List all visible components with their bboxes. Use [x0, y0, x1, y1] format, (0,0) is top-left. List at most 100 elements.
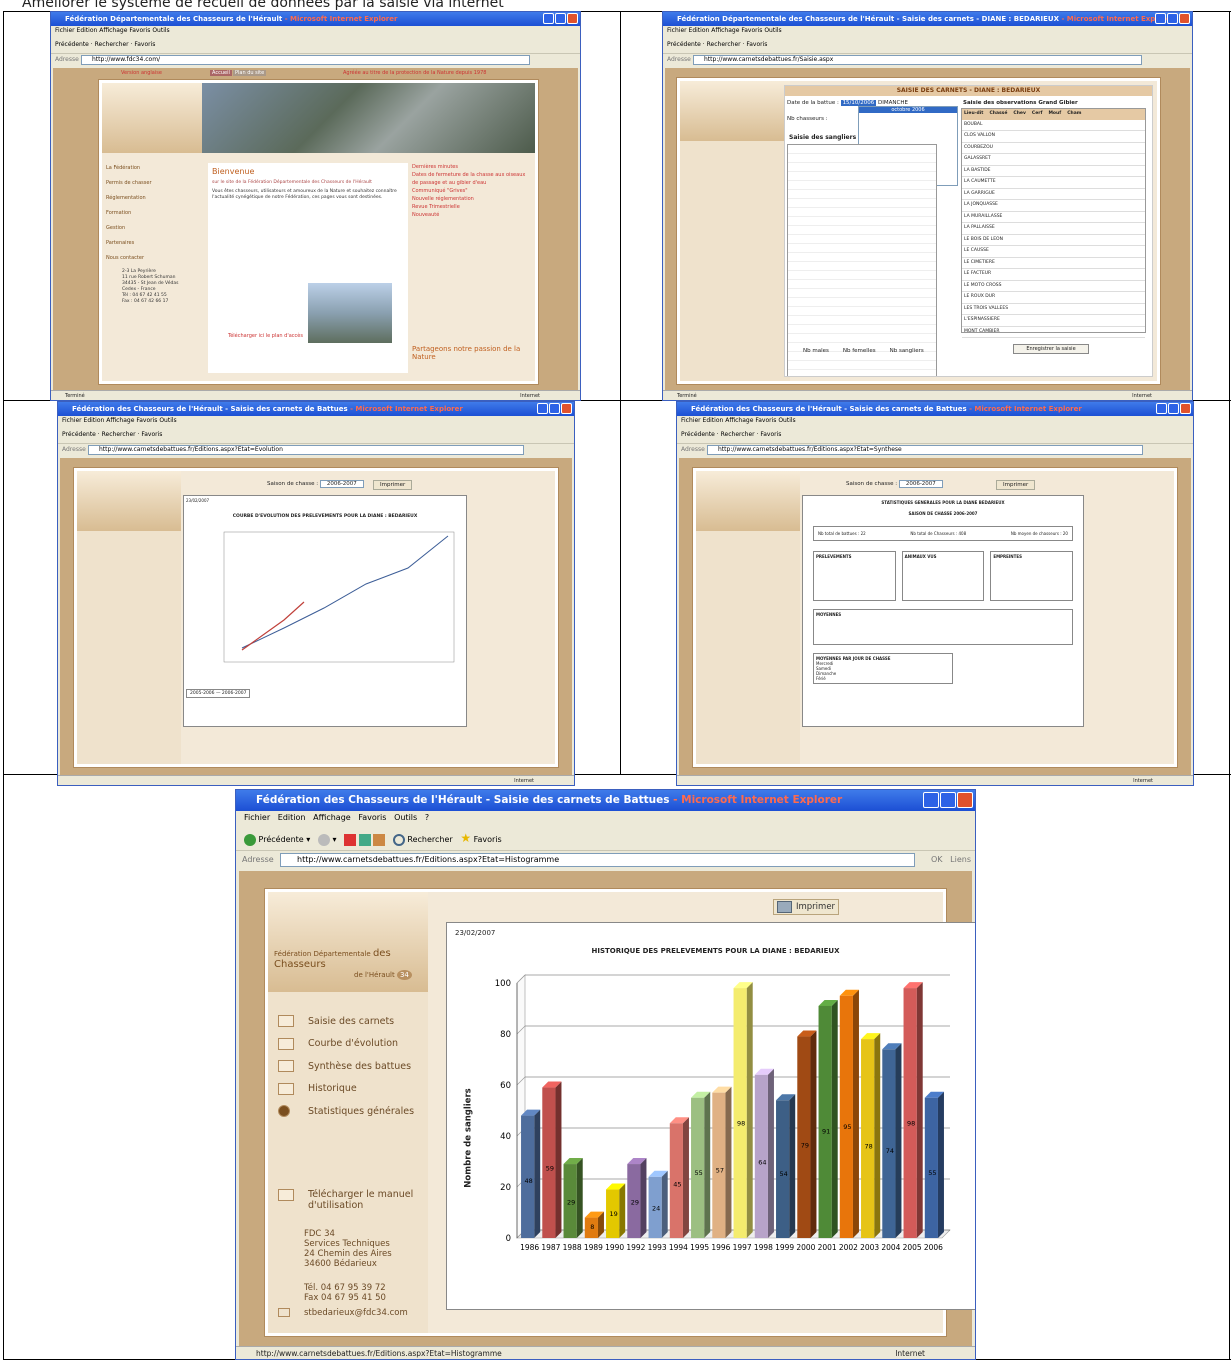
address-input[interactable]: http://www.carnetsdebattues.fr/Editions.… [707, 445, 1143, 455]
observation-row[interactable]: LA JONQUASSE [962, 200, 1145, 212]
observation-row[interactable]: LA GARRIGUE [962, 189, 1145, 200]
address-input[interactable]: http://www.carnetsdebattues.fr/Editions.… [88, 445, 524, 455]
favorites-button[interactable]: Favoris [134, 41, 155, 48]
close-button[interactable] [1180, 403, 1191, 414]
minimize-button[interactable] [537, 403, 548, 414]
back-button[interactable]: Précédente [681, 431, 715, 438]
search-button[interactable]: Rechercher [95, 41, 129, 48]
observation-row[interactable]: BOUBAL [962, 120, 1145, 131]
minimize-button[interactable] [1155, 13, 1166, 24]
nav-saisie[interactable]: Saisie des carnets [278, 1010, 414, 1033]
nav-courbe[interactable]: Courbe d'évolution [278, 1033, 414, 1056]
favorites-button[interactable]: Favoris [141, 431, 162, 438]
print-button[interactable]: Imprimer [773, 899, 839, 915]
sitemap-tab[interactable]: Plan du site [233, 70, 267, 76]
observation-row[interactable]: LA BASTIDE [962, 166, 1145, 177]
address-input[interactable]: http://www.carnetsdebattues.fr/Editions.… [280, 853, 915, 867]
menu-fichier[interactable]: Fichier [244, 813, 270, 822]
back-button[interactable]: Précédente [55, 41, 89, 48]
observation-row[interactable]: GALASSRET [962, 154, 1145, 166]
nav-federation[interactable]: La Fédération [106, 161, 152, 176]
nav-statistiques[interactable]: Statistiques générales [278, 1100, 414, 1123]
maximize-button[interactable] [549, 403, 560, 414]
address-input[interactable]: http://www.fdc34.com/ [81, 55, 530, 65]
minimize-button[interactable] [923, 792, 939, 808]
back-icon[interactable] [244, 833, 256, 846]
observation-row[interactable]: L'ESPINASSIERE [962, 315, 1145, 327]
menu-help[interactable]: ? [425, 813, 429, 822]
menu-edition[interactable]: Edition [278, 813, 306, 822]
observation-row[interactable]: COURBEZOU [962, 143, 1145, 154]
search-button[interactable]: Rechercher [707, 41, 741, 48]
address-input[interactable]: http://www.carnetsdebattues.fr/Saisie.as… [693, 55, 1142, 65]
download-manual-link[interactable]: Télécharger le manuel d'utilisation [278, 1189, 413, 1211]
observation-row[interactable]: LA PALLAISSE [962, 223, 1145, 235]
menu-outils[interactable]: Outils [394, 813, 417, 822]
maximize-button[interactable] [555, 13, 566, 24]
minimize-button[interactable] [543, 13, 554, 24]
maximize-button[interactable] [1168, 403, 1179, 414]
observation-row[interactable]: LE ROUX DUR [962, 292, 1145, 304]
home-tab[interactable]: Accueil [210, 70, 232, 76]
nav-reglementation[interactable]: Réglementation [106, 191, 152, 206]
favorites-button[interactable]: Favoris [474, 835, 502, 844]
menu-favoris[interactable]: Favoris [358, 813, 386, 822]
observation-row[interactable]: LE FACTEUR [962, 269, 1145, 281]
go-button[interactable]: OK [931, 855, 943, 864]
search-button[interactable]: Rechercher [102, 431, 136, 438]
observation-row[interactable]: LA MURAILLASSE [962, 212, 1145, 223]
nav-partenaires[interactable]: Partenaires [106, 236, 152, 251]
observation-row[interactable]: LA CAUMETTE [962, 177, 1145, 189]
observation-row[interactable]: LE CAUSSE [962, 246, 1145, 258]
back-button[interactable]: Précédente [62, 431, 96, 438]
nav-contact[interactable]: Nous contacter [106, 251, 152, 266]
close-button[interactable] [561, 403, 572, 414]
nav-permis[interactable]: Permis de chasser [106, 176, 152, 191]
close-button[interactable] [567, 13, 578, 24]
nav-historique[interactable]: Historique [278, 1078, 414, 1101]
favorites-icon[interactable]: ★ [460, 831, 471, 845]
boar-grid[interactable] [787, 144, 937, 376]
observation-row[interactable]: CLOS VALLON [962, 131, 1145, 143]
maximize-button[interactable] [940, 792, 956, 808]
email-link[interactable]: stbedarieux@fdc34.com [278, 1308, 408, 1318]
maximize-button[interactable] [1167, 13, 1178, 24]
season-select[interactable]: 2006-2007 [319, 480, 364, 488]
favorites-button[interactable]: Favoris [760, 431, 781, 438]
nav-formation[interactable]: Formation [106, 206, 152, 221]
stop-icon[interactable] [344, 833, 357, 846]
news-item[interactable]: Nouveauté [412, 211, 531, 219]
favorites-button[interactable]: Favoris [746, 41, 767, 48]
observations-grid[interactable]: Lieu-dit Chassé Chev Cerf Mouf Cham BOUBAL CLOS… [961, 108, 1146, 338]
close-button[interactable] [957, 792, 973, 808]
news-item[interactable]: Communiqué "Grives" [412, 187, 531, 195]
search-button[interactable]: Rechercher [721, 431, 755, 438]
refresh-icon[interactable] [358, 833, 371, 846]
news-item[interactable]: Revue Trimestrielle [412, 203, 531, 211]
observation-row[interactable]: LES TROIS VALLEES [962, 304, 1145, 315]
back-button[interactable]: Précédente [667, 41, 701, 48]
download-map-link[interactable]: Télécharger ici le plan d'accès [228, 333, 303, 339]
observation-row[interactable]: LE MOTO CROSS [962, 281, 1145, 292]
print-button[interactable]: Imprimer [996, 480, 1036, 490]
search-button[interactable]: Rechercher [407, 835, 452, 844]
forward-icon[interactable] [317, 833, 330, 846]
observation-row[interactable]: LE BOIS DE LEON [962, 235, 1145, 246]
menu-affichage[interactable]: Affichage [313, 813, 351, 822]
season-select[interactable]: 2006-2007 [898, 480, 943, 488]
links-button[interactable]: Liens [950, 855, 971, 864]
close-button[interactable] [1179, 13, 1190, 24]
news-item[interactable]: Nouvelle réglementation [412, 195, 531, 203]
observation-row[interactable]: MONT CAMBIER [962, 327, 1145, 338]
search-icon[interactable] [392, 833, 405, 846]
back-button[interactable]: Précédente [259, 835, 304, 844]
minimize-button[interactable] [1156, 403, 1167, 414]
english-link[interactable]: Version anglaise [121, 70, 162, 76]
news-item[interactable]: Dates de fermeture de la chasse aux oise… [412, 171, 531, 187]
nav-synthese[interactable]: Synthèse des battues [278, 1055, 414, 1078]
save-button[interactable]: Enregistrer la saisie [1013, 344, 1089, 354]
print-button[interactable]: Imprimer [373, 480, 413, 490]
home-icon[interactable] [373, 833, 386, 846]
observation-row[interactable]: LE CIMETIERE [962, 258, 1145, 269]
nav-gestion[interactable]: Gestion [106, 221, 152, 236]
